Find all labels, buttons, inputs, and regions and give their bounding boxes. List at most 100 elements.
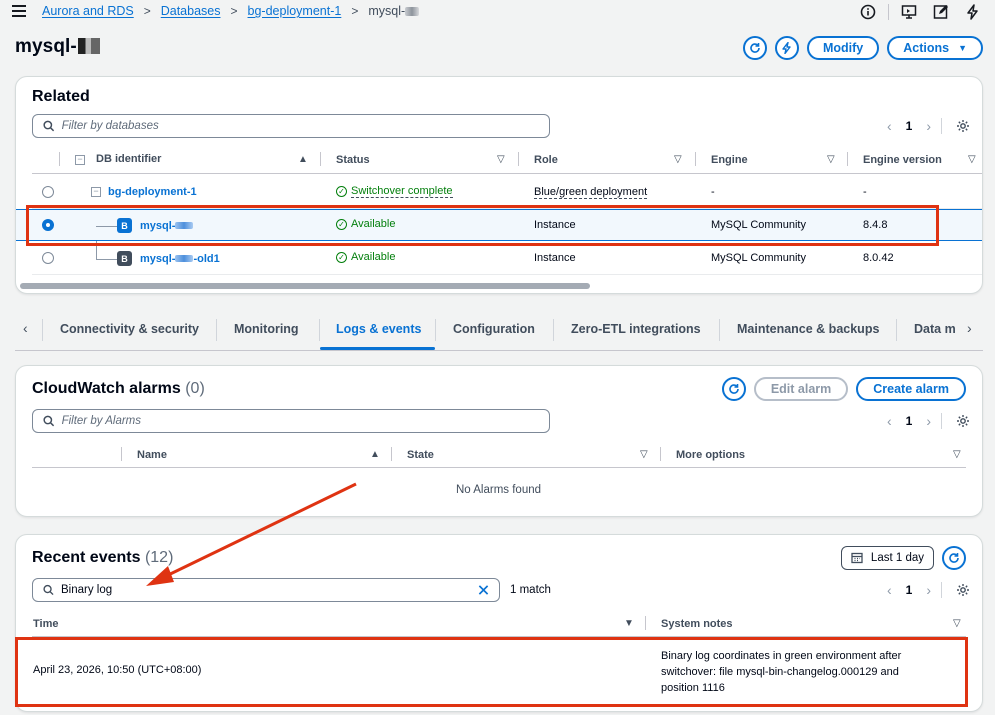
sort-ascending-icon[interactable]: ▲ — [370, 449, 380, 460]
sort-ascending-icon[interactable]: ▲ — [298, 154, 308, 165]
sort-descending-icon[interactable]: ▼ — [624, 618, 634, 629]
actions-label: Actions — [903, 41, 950, 55]
sort-icon[interactable]: ▽ — [968, 154, 976, 165]
engine-text: MySQL Community — [711, 252, 806, 264]
tab-bar: ‹ Connectivity & security Monitoring Log… — [15, 314, 983, 352]
tab-maintenance[interactable]: Maintenance & backups — [737, 322, 879, 336]
col-time[interactable]: Time — [33, 618, 58, 630]
tab-divider — [553, 319, 554, 341]
highlight-box — [26, 205, 939, 246]
chevron-right-icon[interactable]: › — [926, 118, 931, 134]
sort-icon[interactable]: ▽ — [497, 154, 505, 165]
page-number[interactable]: 1 — [906, 414, 913, 428]
col-engine-version[interactable]: Engine version — [863, 154, 942, 166]
clear-icon[interactable] — [478, 584, 489, 596]
chevron-right-icon: > — [143, 4, 151, 18]
breadcrumb: Aurora and RDS > Databases > bg-deployme… — [42, 4, 420, 18]
alarms-refresh-button[interactable] — [721, 377, 746, 401]
chevron-right-icon[interactable]: › — [967, 320, 972, 336]
divider — [941, 582, 942, 598]
col-role[interactable]: Role — [534, 154, 558, 166]
tab-divider — [896, 319, 897, 341]
horizontal-scrollbar[interactable] — [20, 283, 590, 289]
column-divider — [645, 616, 646, 630]
breadcrumb-current: mysql- — [368, 4, 420, 18]
menu-icon[interactable] — [12, 5, 26, 17]
tab-zero-etl[interactable]: Zero-ETL integrations — [571, 322, 701, 336]
chevron-left-icon[interactable]: ‹ — [23, 320, 28, 336]
related-filter-input[interactable] — [61, 120, 549, 132]
db-identifier-suffix[interactable]: -old1 — [193, 253, 219, 265]
sort-icon[interactable]: ▽ — [674, 154, 682, 165]
search-icon — [43, 415, 55, 427]
column-divider — [847, 152, 848, 166]
quick-action-button[interactable] — [774, 36, 799, 60]
actions-button[interactable]: Actions ▼ — [887, 36, 983, 60]
breadcrumb-databases[interactable]: Databases — [161, 4, 221, 18]
chevron-left-icon[interactable]: ‹ — [887, 413, 892, 429]
chevron-right-icon: > — [351, 4, 359, 18]
alarms-filter-input[interactable] — [61, 415, 549, 427]
engine-text: - — [711, 186, 715, 198]
col-system-notes[interactable]: System notes — [661, 618, 733, 630]
divider — [888, 4, 889, 20]
row-radio[interactable] — [42, 186, 54, 198]
sort-icon[interactable]: ▽ — [953, 618, 961, 629]
column-divider — [391, 447, 392, 461]
create-alarm-button[interactable]: Create alarm — [856, 377, 966, 401]
search-icon — [43, 120, 55, 132]
events-search-input[interactable] — [60, 584, 479, 596]
db-identifier-link[interactable]: mysql- — [140, 253, 175, 265]
alarms-filter[interactable] — [32, 409, 550, 433]
role-text[interactable]: Blue/green deployment — [534, 186, 648, 199]
settings-icon[interactable] — [956, 119, 970, 133]
match-count: 1 match — [510, 584, 551, 596]
edit-alarm-button[interactable]: Edit alarm — [753, 377, 849, 401]
redacted-text — [175, 255, 194, 262]
chevron-right-icon[interactable]: › — [926, 413, 931, 429]
page-number[interactable]: 1 — [906, 119, 913, 133]
chevron-left-icon[interactable]: ‹ — [887, 118, 892, 134]
chevron-right-icon[interactable]: › — [926, 582, 931, 598]
col-engine[interactable]: Engine — [711, 154, 748, 166]
refresh-icon — [949, 553, 959, 563]
lightning-icon[interactable] — [965, 4, 981, 20]
related-filter[interactable] — [32, 114, 550, 138]
events-search[interactable] — [32, 578, 500, 602]
sort-icon[interactable]: ▽ — [827, 154, 835, 165]
db-identifier-link[interactable]: bg-deployment-1 — [108, 186, 197, 198]
tab-configuration[interactable]: Configuration — [453, 322, 535, 336]
sort-icon[interactable]: ▽ — [953, 449, 961, 460]
tab-monitoring[interactable]: Monitoring — [234, 322, 299, 336]
col-state[interactable]: State — [407, 449, 434, 461]
collapse-icon[interactable]: − — [91, 187, 101, 197]
redacted-text — [77, 38, 100, 54]
screen-share-icon[interactable] — [901, 4, 917, 20]
breadcrumb-aurora-rds[interactable]: Aurora and RDS — [42, 4, 134, 18]
settings-icon[interactable] — [956, 583, 970, 597]
info-icon[interactable] — [860, 4, 876, 20]
collapse-all-icon[interactable]: − — [75, 155, 85, 165]
col-name[interactable]: Name — [137, 449, 167, 461]
breadcrumb-bg-deployment[interactable]: bg-deployment-1 — [248, 4, 342, 18]
col-db-identifier[interactable]: DB identifier — [96, 153, 161, 165]
page-number[interactable]: 1 — [906, 583, 913, 597]
status-badge: ✓ Available — [336, 251, 395, 263]
tab-connectivity[interactable]: Connectivity & security — [60, 322, 199, 336]
sort-icon[interactable]: ▽ — [640, 449, 648, 460]
date-range-button[interactable]: Last 1 day — [840, 546, 934, 570]
column-divider — [59, 152, 60, 166]
chevron-left-icon[interactable]: ‹ — [887, 582, 892, 598]
events-refresh-button[interactable] — [942, 546, 966, 570]
tab-logs-events[interactable]: Logs & events — [336, 322, 421, 336]
col-status[interactable]: Status — [336, 154, 370, 166]
check-circle-icon: ✓ — [336, 251, 347, 263]
col-more-options[interactable]: More options — [676, 449, 745, 461]
refresh-button[interactable] — [742, 36, 767, 60]
modify-button[interactable]: Modify — [806, 36, 880, 60]
tab-data-migrations[interactable]: Data m — [914, 322, 956, 336]
row-radio[interactable] — [42, 252, 54, 264]
tree-connector — [96, 259, 118, 260]
settings-icon[interactable] — [956, 414, 970, 428]
edit-icon[interactable] — [933, 4, 949, 20]
